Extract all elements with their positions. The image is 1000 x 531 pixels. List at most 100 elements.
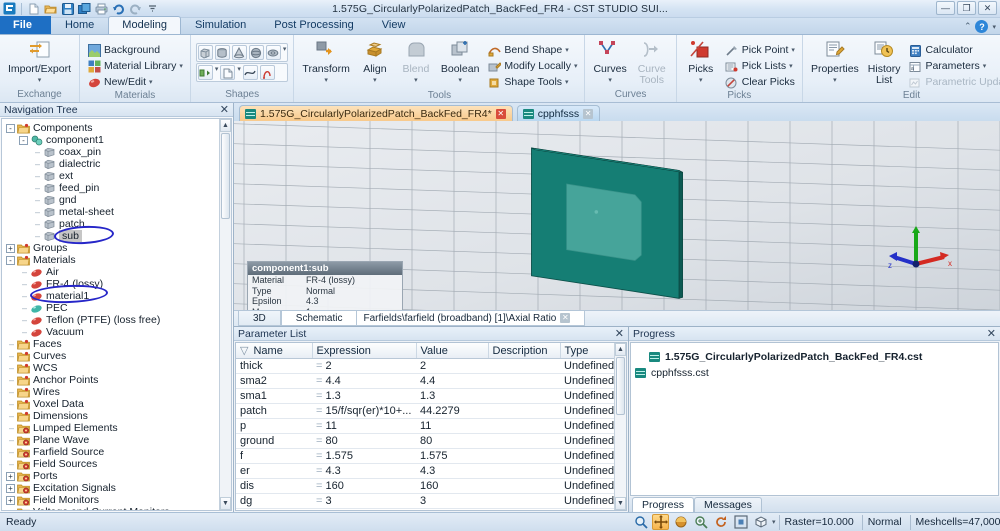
param-name-cell[interactable]: thick (236, 358, 312, 374)
bond-wire-icon[interactable] (259, 65, 275, 80)
param-description-cell[interactable] (488, 478, 560, 494)
param-expression-cell[interactable]: = 15/f/sqr(er)*10+... (312, 403, 416, 419)
tree-item-ext[interactable]: – ext (6, 170, 231, 182)
dock-tab-messages[interactable]: Messages (694, 497, 762, 512)
view-tab-farfield-close-icon[interactable]: ✕ (560, 313, 571, 323)
tree-item-ports[interactable]: + Ports (6, 470, 231, 482)
brick-icon[interactable] (197, 45, 213, 60)
tree-item-fr-4-lossy[interactable]: – FR-4 (lossy) (6, 278, 231, 290)
material-library-button[interactable]: Material Library ▾ (85, 59, 185, 74)
param-expression-cell[interactable]: = 2 (312, 358, 416, 374)
param-expression-cell[interactable]: = 160 (312, 478, 416, 494)
param-expression-cell[interactable]: = 4.3 (312, 463, 416, 479)
param-value-cell[interactable]: 80 (416, 433, 488, 449)
rotate-icon[interactable] (672, 514, 689, 530)
tree-item-groups[interactable]: + Groups (6, 242, 231, 254)
curve-tools-button[interactable]: Curve Tools (633, 39, 671, 87)
zoom-region-icon[interactable] (692, 514, 709, 530)
ribbon-tab-home[interactable]: Home (51, 16, 108, 34)
param-value-cell[interactable]: 4.4 (416, 373, 488, 389)
ribbon-tab-post-processing[interactable]: Post Processing (260, 16, 367, 34)
transform-button[interactable]: Transform ▾ (299, 39, 352, 87)
table-row[interactable]: sma2= 4.44.4Undefined▾ (236, 373, 626, 389)
tree-item-dialectric[interactable]: – dialectric (6, 158, 231, 170)
progress-item-secondary[interactable]: cpphfsss.cst (635, 365, 994, 381)
tree-expand-toggle[interactable]: + (6, 471, 15, 481)
import-export-button[interactable]: Import/Export ▾ (5, 39, 74, 87)
tree-item-wires[interactable]: – Wires (6, 386, 231, 398)
tree-item-farfield-source[interactable]: – Farfield Source (6, 446, 231, 458)
curves-button[interactable]: Curves ▾ (590, 39, 629, 87)
param-name-cell[interactable]: p (236, 418, 312, 434)
ribbon-tab-modeling[interactable]: Modeling (108, 16, 181, 34)
parametric-update-button[interactable]: Parametric Update (906, 75, 1000, 90)
ribbon-tab-view[interactable]: View (368, 16, 420, 34)
help-chevron-down-icon[interactable]: ▾ (992, 23, 996, 31)
param-value-cell[interactable]: 44.2279 (416, 403, 488, 419)
bend-shape-button[interactable]: Bend Shape ▾ (485, 43, 579, 58)
table-row[interactable]: sma1= 1.31.3Undefined▾ (236, 388, 626, 404)
clear-picks-button[interactable]: Clear Picks (723, 75, 797, 90)
param-name-cell[interactable]: sma1 (236, 388, 312, 404)
table-row[interactable]: p= 1111Undefined▾ (236, 418, 626, 434)
tree-expand-toggle[interactable]: + (6, 243, 15, 253)
bend-shape-chevron-down-icon[interactable]: ▾ (565, 43, 569, 58)
parameter-list-close-icon[interactable]: ✕ (615, 327, 624, 340)
calculator-button[interactable]: Calculator (906, 43, 1000, 58)
boolean-chevron-down-icon[interactable]: ▾ (458, 75, 462, 86)
ribbon-tab-bar[interactable]: File Home Modeling Simulation Post Proce… (0, 16, 1000, 35)
tree-item-field-monitors[interactable]: + Field Monitors (6, 494, 231, 506)
navigation-tree-list[interactable]: - Components - component1– coax_pin – dialectr… (2, 119, 231, 510)
tree-item-components[interactable]: - Components (6, 122, 231, 134)
param-expression-cell[interactable]: = 1.3 (312, 388, 416, 404)
param-expression-cell[interactable]: = 3 (312, 493, 416, 509)
fit-to-screen-icon[interactable] (732, 514, 749, 530)
progress-close-icon[interactable]: ✕ (987, 327, 996, 340)
pick-lists-button[interactable]: Pick Lists ▾ (723, 59, 797, 74)
parameter-scroll-up-button[interactable]: ▲ (615, 343, 626, 356)
tree-collapse-toggle[interactable]: - (6, 123, 15, 133)
tree-item-vacuum[interactable]: – Vacuum (6, 326, 231, 338)
param-expression-cell[interactable]: = 1.575 (312, 448, 416, 464)
window-controls[interactable]: — ❐ ✕ (936, 1, 997, 15)
param-name-cell[interactable]: ground (236, 433, 312, 449)
navigation-scroll-up-button[interactable]: ▲ (220, 119, 231, 132)
align-chevron-down-icon[interactable]: ▾ (373, 75, 377, 86)
blend-chevron-down-icon[interactable]: ▾ (414, 75, 418, 86)
tree-collapse-toggle[interactable]: - (19, 135, 28, 145)
extrude-chevron-down-icon[interactable]: ▾ (215, 65, 219, 80)
align-button[interactable]: Align ▾ (356, 39, 394, 87)
param-name-cell[interactable]: er (236, 463, 312, 479)
param-name-cell[interactable]: patch (236, 403, 312, 419)
table-row[interactable]: dis= 160160Undefined▾ (236, 478, 626, 494)
tree-item-sub[interactable]: – sub (6, 230, 231, 242)
param-description-cell[interactable] (488, 433, 560, 449)
tree-item-dimensions[interactable]: – Dimensions (6, 410, 231, 422)
tree-item-lumped-elements[interactable]: – Lumped Elements (6, 422, 231, 434)
view-tab-bar[interactable]: 3D Schematic Farfields\farfield (broadba… (234, 310, 1000, 326)
param-name-cell[interactable]: sma2 (236, 373, 312, 389)
param-value-cell[interactable]: 160 (416, 478, 488, 494)
properties-button[interactable]: Properties ▾ (808, 39, 862, 87)
help-icon[interactable]: ? (975, 20, 989, 33)
tree-item-materials[interactable]: - Materials (6, 254, 231, 266)
view-tab-3d[interactable]: 3D (238, 311, 281, 326)
status-meshcells[interactable]: Meshcells=47,000 (909, 514, 1000, 530)
column-header-description[interactable]: Description (488, 343, 561, 359)
cylinder-icon[interactable] (214, 45, 230, 60)
tree-item-plane-wave[interactable]: – Plane Wave (6, 434, 231, 446)
param-name-cell[interactable]: dis (236, 478, 312, 494)
document-tab-active[interactable]: 1.575G_CircularlyPolarizedPatch_BackFed_… (239, 105, 513, 121)
table-row[interactable]: ground= 8080Undefined▾ (236, 433, 626, 449)
dock-tab-progress[interactable]: Progress (632, 497, 695, 512)
trace-icon[interactable] (242, 65, 258, 80)
param-description-cell[interactable] (488, 493, 560, 509)
tree-item-pec[interactable]: – PEC (6, 302, 231, 314)
param-value-cell[interactable]: 3 (416, 493, 488, 509)
extrude-icon[interactable] (197, 65, 213, 80)
parameter-scroll-down-button[interactable]: ▼ (615, 497, 626, 510)
parameters-chevron-down-icon[interactable]: ▾ (983, 59, 987, 74)
tree-item-material1[interactable]: – material1 (6, 290, 231, 302)
param-expression-cell[interactable]: = 11 (312, 418, 416, 434)
ribbon-help-zone[interactable]: ⌃ ? ▾ (964, 20, 996, 33)
